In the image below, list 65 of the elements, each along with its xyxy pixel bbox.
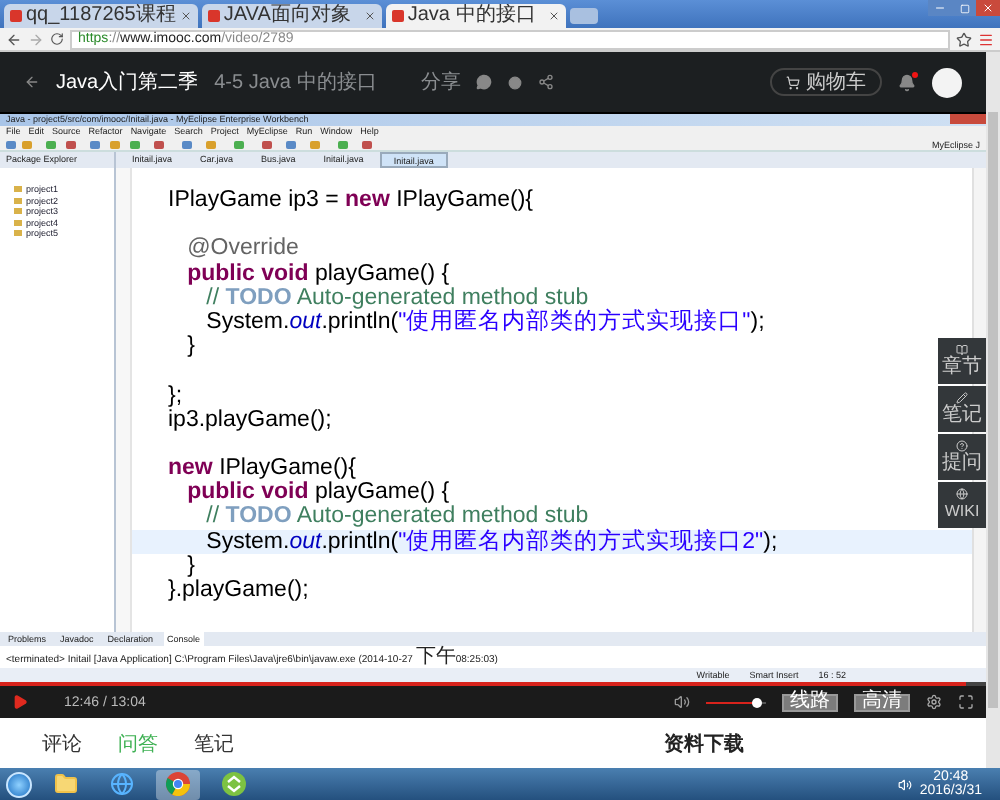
code-line: ip3.playGame();: [168, 407, 332, 432]
cart-icon: [786, 75, 800, 89]
browser-tab[interactable]: qq_1187265课程: [4, 4, 198, 28]
downloads-link[interactable]: 资料下载: [664, 729, 744, 757]
side-panel-button[interactable]: 章节: [938, 338, 986, 384]
close-icon[interactable]: [179, 10, 192, 22]
volume-icon[interactable]: [897, 777, 912, 791]
scrollbar[interactable]: [986, 52, 1000, 768]
chat-icon[interactable]: [476, 74, 493, 90]
play-icon[interactable]: [12, 694, 28, 710]
side-panel-button[interactable]: 提问: [938, 434, 986, 480]
code-line: }.playGame();: [168, 578, 309, 602]
back-icon[interactable]: [6, 31, 22, 47]
globe-icon: [110, 772, 134, 796]
share-label: 分享: [420, 69, 461, 96]
lesson-title: 4-5 Java 中的接口: [214, 69, 377, 96]
browser-tab[interactable]: JAVA面向对象: [201, 4, 382, 28]
favicon-icon: [391, 10, 404, 22]
quality-button[interactable]: 高清: [854, 693, 910, 711]
close-icon[interactable]: [547, 10, 560, 22]
line-button[interactable]: 线路: [782, 693, 838, 711]
close-button[interactable]: [976, 0, 1000, 16]
maximize-icon: [959, 3, 969, 13]
start-button[interactable]: [6, 771, 32, 797]
page-tab[interactable]: 笔记: [194, 729, 234, 757]
side-panel-button[interactable]: WIKI: [938, 482, 986, 528]
code-line: }: [185, 334, 195, 359]
course-title[interactable]: Java入门第二季: [56, 68, 199, 96]
settings-icon[interactable]: [926, 694, 942, 710]
avatar[interactable]: [932, 67, 962, 97]
close-icon[interactable]: [363, 10, 376, 22]
browser-tab[interactable]: Java 中的接口: [385, 4, 566, 28]
back-icon[interactable]: [24, 74, 40, 90]
code-line: System.out.println("使用匿名内部类的方式实现接口");: [204, 309, 765, 334]
code-line: IPlayGame ip3 = new IPlayGame(){: [168, 188, 533, 212]
code-line: };: [168, 383, 183, 407]
volume-icon[interactable]: [674, 694, 690, 710]
favicon-icon: [10, 10, 22, 22]
code-line: // TODO Auto-generated method stub: [206, 285, 589, 310]
code-line: public void playGame() {: [185, 261, 450, 286]
pencil-icon: [956, 392, 968, 404]
side-panel-button[interactable]: 笔记: [938, 386, 986, 432]
code-line: System.out.println("使用匿名内部类的方式实现接口2");: [204, 529, 778, 554]
minimize-icon: [934, 2, 946, 14]
favicon-icon: [207, 10, 220, 22]
close-icon: [982, 2, 994, 14]
book-icon: [956, 344, 968, 356]
bell-icon[interactable]: [898, 73, 916, 91]
menu-icon[interactable]: [978, 31, 994, 47]
app-icon: [222, 772, 246, 796]
share-icon[interactable]: [538, 74, 555, 90]
code-line: }: [185, 553, 195, 578]
bookmark-star-icon[interactable]: [956, 31, 972, 47]
cart-button[interactable]: 购物车: [770, 68, 882, 96]
code-line: new IPlayGame(){: [168, 456, 356, 481]
page-tab[interactable]: 评论: [42, 729, 82, 757]
code-line: public void playGame() {: [185, 480, 450, 505]
chrome-icon: [166, 772, 190, 796]
code-line: @Override: [185, 236, 299, 261]
help-icon: [956, 440, 968, 452]
folder-icon: [54, 772, 78, 796]
reload-icon[interactable]: [50, 32, 64, 46]
fullscreen-icon[interactable]: [958, 694, 974, 710]
code-line: // TODO Auto-generated method stub: [206, 504, 589, 529]
globe-icon: [956, 488, 968, 500]
